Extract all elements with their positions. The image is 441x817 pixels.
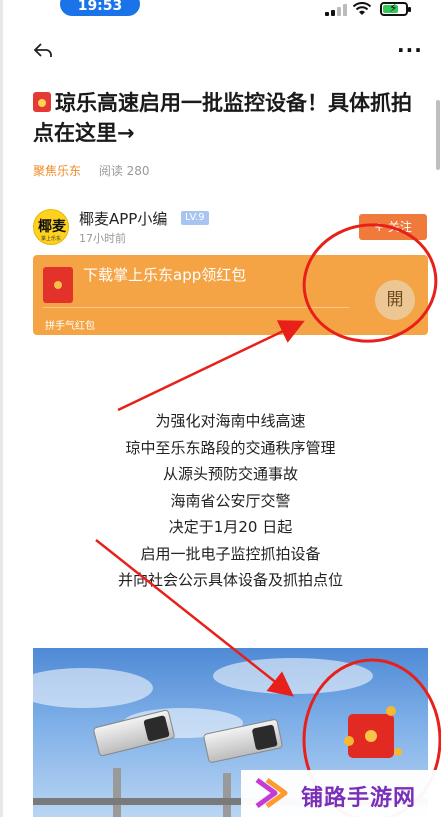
author-name[interactable]: 椰麦APP小编 [79, 208, 167, 229]
charging-bolt-icon: ⚡ [389, 1, 398, 15]
banner-title: 下载掌上乐东app领红包 [83, 266, 247, 284]
article-title: 琼乐高速启用一批监控设备！具体抓拍点在这里→ [33, 88, 428, 148]
read-count: 阅读 280 [98, 164, 150, 178]
left-edge [0, 0, 3, 817]
article-paragraph: 决定于1月20 日起 [168, 518, 293, 536]
floating-red-packet-icon[interactable] [342, 700, 406, 770]
banner-subtitle: 拼手气红包 [45, 321, 95, 332]
author-avatar[interactable]: 椰麦 掌上乐东 [33, 209, 69, 245]
scrollbar[interactable] [436, 100, 440, 170]
post-time: 17小时前 [79, 232, 126, 245]
article-paragraph: 琼中至乐东路段的交通秩序管理 [125, 438, 336, 457]
level-badge: LV.9 [181, 211, 209, 225]
banner-divider [43, 307, 349, 308]
avatar-logo-text: 椰麦 [38, 219, 66, 235]
article-paragraph: 并向社会公示具体设备及抓拍点位 [117, 571, 343, 589]
more-options-icon[interactable]: ··· [397, 38, 422, 62]
status-time: 19:53 [60, 0, 140, 16]
article-source[interactable]: 聚焦乐东 [33, 164, 81, 178]
article-title-text: 琼乐高速启用一批监控设备！具体抓拍点在这里→ [33, 91, 412, 145]
wifi-icon [352, 2, 372, 15]
article-paragraph: 从源头预防交通事故 [162, 465, 298, 483]
red-packet-banner[interactable]: 下载掌上乐东app领红包 拼手气红包 開 [33, 255, 428, 335]
avatar-logo-subtext: 掌上乐东 [41, 236, 62, 242]
article-paragraph: 启用一批电子监控抓拍设备 [140, 544, 321, 563]
watermark-text: 铺路手游网 [301, 786, 417, 811]
article-body: 为强化对海南中线高速 琼中至乐东路段的交通秩序管理 从源头预防交通事故 海南省公… [33, 408, 428, 594]
follow-button[interactable]: + 关注 [359, 214, 427, 240]
annotation-arrow [117, 320, 305, 412]
battery-icon: ⚡ [380, 1, 411, 16]
status-bar: 19:53 ⚡ [0, 0, 441, 22]
red-envelope-icon [43, 267, 73, 303]
article-meta: 聚焦乐东 阅读 280 [33, 162, 150, 179]
article-paragraph: 为强化对海南中线高速 [155, 412, 306, 430]
open-red-packet-button[interactable]: 開 [375, 280, 415, 320]
article-paragraph: 海南省公安厅交警 [170, 491, 291, 510]
watermark-logo-icon [255, 777, 288, 809]
red-packet-icon [33, 92, 51, 112]
cellular-signal-icon [325, 4, 347, 16]
back-arrow-icon[interactable] [32, 40, 54, 62]
site-watermark: 铺路手游网 [241, 770, 441, 817]
